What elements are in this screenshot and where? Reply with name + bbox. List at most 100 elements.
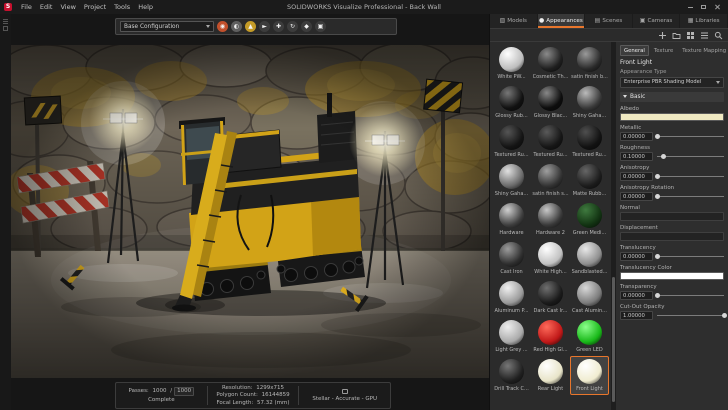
menu-view[interactable]: View: [56, 3, 79, 11]
appearance-sphere: [499, 203, 524, 228]
output-tools-button[interactable]: ▲: [245, 21, 256, 32]
minimize-icon[interactable]: [688, 7, 693, 8]
import-folder-icon[interactable]: [672, 31, 681, 40]
albedo-color-swatch[interactable]: [620, 113, 724, 121]
appearance-name[interactable]: Front Light: [620, 59, 724, 66]
appearance-sphere: [577, 164, 602, 189]
render-scene[interactable]: [11, 45, 489, 378]
cut-out-opacity-slider-handle[interactable]: [722, 313, 727, 318]
anisotropy-rotation-slider-handle[interactable]: [655, 194, 660, 199]
select-tool-button[interactable]: ►: [259, 21, 270, 32]
render-status-bar: Passes: 1000 / 1000 Complete Resolution:…: [115, 382, 391, 409]
transparency-slider-track[interactable]: [657, 295, 724, 296]
property-tab-texture-mapping[interactable]: Texture Mapping: [678, 45, 728, 56]
close-icon[interactable]: [714, 4, 720, 10]
passes-total-input[interactable]: 1000: [174, 387, 194, 395]
appearance-swatch[interactable]: Textured Ru...: [531, 122, 570, 161]
menu-edit[interactable]: Edit: [36, 3, 57, 11]
anisotropy-value-input[interactable]: 0.00000: [620, 172, 653, 181]
anisotropy-rotation-value-input[interactable]: 0.00000: [620, 192, 653, 201]
property-tab-texture[interactable]: Texture: [650, 45, 677, 56]
appearance-swatch[interactable]: Glossy Rub...: [492, 83, 531, 122]
appearance-swatch[interactable]: Green Medi...: [570, 200, 609, 239]
tab-libraries[interactable]: ▦Libraries: [680, 14, 728, 28]
appearance-sphere: [538, 125, 563, 150]
appearance-swatch[interactable]: Cast Iron: [492, 239, 531, 278]
polygon-count-value: 16144859: [262, 392, 290, 398]
appearance-type-dropdown[interactable]: Enterprise PBR Shading Model: [620, 77, 724, 88]
metallic-value-input[interactable]: 0.00000: [620, 132, 653, 141]
appearance-swatch[interactable]: White High...: [531, 239, 570, 278]
roughness-slider-track[interactable]: [657, 156, 724, 157]
palette-collapse-icon[interactable]: [3, 19, 8, 20]
tab-scenes[interactable]: ▤Scenes: [585, 14, 633, 28]
options-button[interactable]: ▣: [315, 21, 326, 32]
menu-file[interactable]: File: [17, 3, 36, 11]
appearance-swatch[interactable]: Red High Gl...: [531, 317, 570, 356]
menu-tools[interactable]: Tools: [110, 3, 134, 11]
camera-button[interactable]: ◆: [301, 21, 312, 32]
displacement-texture-well[interactable]: [620, 232, 724, 241]
search-icon[interactable]: [714, 31, 723, 40]
metallic-slider-track[interactable]: [657, 136, 724, 137]
appearance-swatch[interactable]: Glossy Blac...: [531, 83, 570, 122]
add-appearance-icon[interactable]: [658, 31, 667, 40]
appearance-swatch[interactable]: Hardware 2: [531, 200, 570, 239]
appearance-swatch[interactable]: Matte Rubb...: [570, 161, 609, 200]
tab-models[interactable]: ▧Models: [490, 14, 538, 28]
translucency-color-color-swatch[interactable]: [620, 272, 724, 280]
tab-cameras[interactable]: ▣Cameras: [633, 14, 681, 28]
anisotropy-rotation-slider-track[interactable]: [657, 196, 724, 197]
appearance-swatch[interactable]: Dark Cast Ir...: [531, 278, 570, 317]
maximize-icon[interactable]: [701, 5, 706, 9]
scrollbar-thumb[interactable]: [612, 277, 615, 402]
appearance-swatch[interactable]: Cosmetic Th...: [531, 44, 570, 83]
roughness-slider-handle[interactable]: [661, 154, 666, 159]
menu-project[interactable]: Project: [80, 3, 110, 11]
grid-view-icon[interactable]: [686, 31, 695, 40]
translucency-slider-handle[interactable]: [655, 254, 660, 259]
menu-help[interactable]: Help: [134, 3, 157, 11]
transparency-value-input[interactable]: 0.00000: [620, 291, 653, 300]
appearances-button[interactable]: ◐: [231, 21, 242, 32]
translucency-value-input[interactable]: 0.00000: [620, 252, 653, 261]
appearance-swatch[interactable]: Light Grey ...: [492, 317, 531, 356]
list-view-icon[interactable]: [700, 31, 709, 40]
normal-texture-well[interactable]: [620, 212, 724, 221]
render-button[interactable]: ◉: [217, 21, 228, 32]
appearance-swatch[interactable]: satin finish b...: [570, 44, 609, 83]
viewport[interactable]: Base Configuration ◉◐▲►✚↻◆▣ Passes: 1000…: [11, 14, 489, 410]
anisotropy-slider-track[interactable]: [657, 176, 724, 177]
appearance-sphere: [499, 125, 524, 150]
basic-section-header[interactable]: Basic: [620, 92, 724, 102]
anisotropy-slider-handle[interactable]: [655, 174, 660, 179]
property-tab-general[interactable]: General: [620, 45, 649, 56]
add-keyframe-button[interactable]: ✚: [273, 21, 284, 32]
configuration-dropdown[interactable]: Base Configuration: [120, 21, 214, 32]
appearance-swatch[interactable]: Aluminum P...: [492, 278, 531, 317]
appearance-swatch[interactable]: Sandblasted...: [570, 239, 609, 278]
tab-appearances[interactable]: ●Appearances: [538, 14, 586, 28]
appearance-swatch[interactable]: Drill Track C...: [492, 356, 531, 395]
appearance-swatch[interactable]: Textured Ru...: [570, 122, 609, 161]
left-tool-icon[interactable]: [3, 26, 8, 31]
turntable-button[interactable]: ↻: [287, 21, 298, 32]
cut-out-opacity-value-input[interactable]: 1.00000: [620, 311, 653, 320]
cut-out-opacity-slider-track[interactable]: [657, 315, 724, 316]
appearance-name-label: Sandblasted...: [572, 269, 608, 275]
transparency-slider-handle[interactable]: [655, 293, 660, 298]
translucency-slider-track[interactable]: [657, 256, 724, 257]
appearance-swatch[interactable]: Rear Light: [531, 356, 570, 395]
appearance-swatch[interactable]: Hardware: [492, 200, 531, 239]
appearance-swatch[interactable]: Shiny Gaha...: [570, 83, 609, 122]
appearance-swatch[interactable]: Front Light: [570, 356, 609, 395]
appearance-sphere: [577, 359, 602, 384]
appearance-swatch[interactable]: Green LED: [570, 317, 609, 356]
roughness-value-input[interactable]: 0.10000: [620, 152, 653, 161]
appearance-swatch[interactable]: White PW...: [492, 44, 531, 83]
appearance-swatch[interactable]: Textured Ru...: [492, 122, 531, 161]
appearance-swatch[interactable]: Shiny Gaha...: [492, 161, 531, 200]
appearance-swatch[interactable]: satin finish s...: [531, 161, 570, 200]
metallic-slider-handle[interactable]: [655, 134, 660, 139]
appearance-swatch[interactable]: Cast Alumin...: [570, 278, 609, 317]
